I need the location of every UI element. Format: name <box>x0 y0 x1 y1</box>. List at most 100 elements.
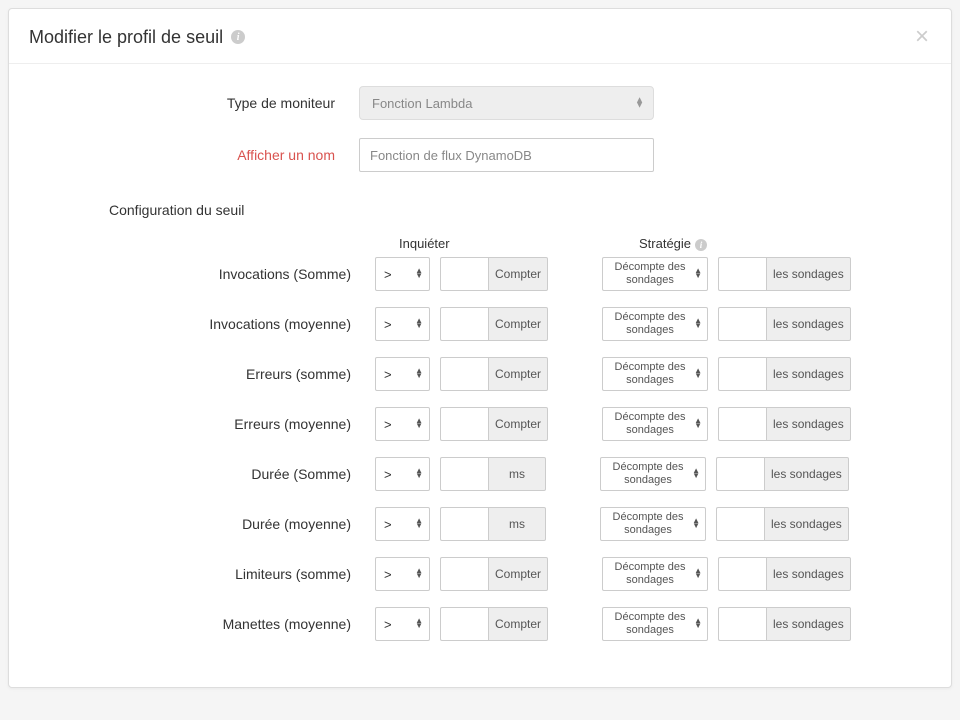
strategy-select[interactable]: Décompte des sondages▲▼ <box>600 457 706 491</box>
column-headers: Inquiéter Stratégiei <box>49 236 911 251</box>
worry-value-group: Compter <box>440 357 548 391</box>
operator-select[interactable]: >▲▼ <box>375 557 430 591</box>
polls-value-input[interactable] <box>718 557 766 591</box>
chevron-updown-icon: ▲▼ <box>415 469 423 479</box>
unit-addon: Compter <box>488 557 548 591</box>
worry-value-group: Compter <box>440 607 548 641</box>
monitor-type-value: Fonction Lambda <box>359 86 654 120</box>
worry-value-input[interactable] <box>440 307 488 341</box>
threshold-label: Erreurs (somme) <box>49 366 375 382</box>
strategy-select[interactable]: Décompte des sondages▲▼ <box>602 407 708 441</box>
threshold-row: Limiteurs (somme)>▲▼ Compter Décompte des … <box>49 557 911 591</box>
threshold-config-heading: Configuration du seuil <box>109 202 911 218</box>
info-icon[interactable]: i <box>695 239 707 251</box>
polls-value-input[interactable] <box>718 307 766 341</box>
worry-value-input[interactable] <box>440 557 488 591</box>
strategy-select[interactable]: Décompte des sondages▲▼ <box>602 607 708 641</box>
threshold-row: Erreurs (moyenne)>▲▼ Compter Décompte des … <box>49 407 911 441</box>
display-name-label: Afficher un nom <box>49 147 359 163</box>
display-name-row: Afficher un nom <box>49 138 911 172</box>
chevron-updown-icon: ▲▼ <box>694 569 702 579</box>
display-name-input[interactable] <box>359 138 654 172</box>
chevron-updown-icon: ▲▼ <box>694 269 702 279</box>
info-icon[interactable]: i <box>231 30 245 44</box>
strategy-select[interactable]: Décompte des sondages▲▼ <box>602 557 708 591</box>
strategy-select[interactable]: Décompte des sondages▲▼ <box>602 307 708 341</box>
modal-title: Modifier le profil de seuil i <box>29 27 245 48</box>
threshold-row: Durée (Somme)>▲▼msDécompte des sondages▲… <box>49 457 911 491</box>
polls-value-input[interactable] <box>718 357 766 391</box>
chevron-updown-icon: ▲▼ <box>415 519 423 529</box>
worry-value-group: Compter <box>440 557 548 591</box>
monitor-type-select: Fonction Lambda ▲▼ <box>359 86 654 120</box>
polls-value-input[interactable] <box>718 257 766 291</box>
threshold-row: Erreurs (somme)>▲▼ Compter Décompte des so… <box>49 357 911 391</box>
polls-value-group: les sondages <box>718 407 851 441</box>
polls-addon: les sondages <box>764 457 849 491</box>
modal-title-text: Modifier le profil de seuil <box>29 27 223 48</box>
threshold-label: Manettes (moyenne) <box>49 616 375 632</box>
monitor-type-label: Type de moniteur <box>49 95 359 111</box>
operator-select[interactable]: >▲▼ <box>375 457 430 491</box>
unit-addon: Compter <box>488 407 548 441</box>
chevron-updown-icon: ▲▼ <box>415 369 423 379</box>
unit-addon: Compter <box>488 607 548 641</box>
polls-value-group: les sondages <box>718 607 851 641</box>
polls-addon: les sondages <box>766 557 851 591</box>
polls-value-group: les sondages <box>716 457 849 491</box>
worry-value-group: Compter <box>440 307 548 341</box>
chevron-updown-icon: ▲▼ <box>415 419 423 429</box>
chevron-updown-icon: ▲▼ <box>415 569 423 579</box>
polls-value-input[interactable] <box>716 507 764 541</box>
worry-value-group: ms <box>440 457 546 491</box>
worry-value-input[interactable] <box>440 507 488 541</box>
polls-value-group: les sondages <box>718 557 851 591</box>
operator-select[interactable]: >▲▼ <box>375 407 430 441</box>
modal-header: Modifier le profil de seuil i × <box>9 9 951 64</box>
operator-select[interactable]: >▲▼ <box>375 607 430 641</box>
col-strategy: Stratégiei <box>639 236 829 251</box>
polls-value-group: les sondages <box>718 357 851 391</box>
chevron-updown-icon: ▲▼ <box>694 419 702 429</box>
chevron-updown-icon: ▲▼ <box>692 469 700 479</box>
close-button[interactable]: × <box>911 25 933 49</box>
polls-value-input[interactable] <box>716 457 764 491</box>
threshold-row: Invocations (Somme)>▲▼ Compter Décompte de… <box>49 257 911 291</box>
threshold-label: Invocations (Somme) <box>49 266 375 282</box>
chevron-updown-icon: ▲▼ <box>415 319 423 329</box>
operator-select[interactable]: >▲▼ <box>375 507 430 541</box>
operator-select[interactable]: >▲▼ <box>375 357 430 391</box>
polls-value-group: les sondages <box>718 307 851 341</box>
polls-value-input[interactable] <box>718 407 766 441</box>
worry-value-input[interactable] <box>440 607 488 641</box>
polls-addon: les sondages <box>766 307 851 341</box>
strategy-select[interactable]: Décompte des sondages▲▼ <box>602 357 708 391</box>
worry-value-input[interactable] <box>440 407 488 441</box>
operator-select[interactable]: >▲▼ <box>375 257 430 291</box>
threshold-profile-modal: Modifier le profil de seuil i × Type de … <box>8 8 952 688</box>
threshold-row: Manettes (moyenne)>▲▼ Compter Décompte des… <box>49 607 911 641</box>
chevron-updown-icon: ▲▼ <box>692 519 700 529</box>
chevron-updown-icon: ▲▼ <box>415 619 423 629</box>
polls-addon: les sondages <box>764 507 849 541</box>
strategy-select[interactable]: Décompte des sondages▲▼ <box>600 507 706 541</box>
polls-value-group: les sondages <box>716 507 849 541</box>
threshold-label: Erreurs (moyenne) <box>49 416 375 432</box>
polls-addon: les sondages <box>766 257 851 291</box>
threshold-label: Limiteurs (somme) <box>49 566 375 582</box>
monitor-type-row: Type de moniteur Fonction Lambda ▲▼ <box>49 86 911 120</box>
operator-select[interactable]: >▲▼ <box>375 307 430 341</box>
polls-addon: les sondages <box>766 357 851 391</box>
polls-value-input[interactable] <box>718 607 766 641</box>
unit-addon: Compter <box>488 257 548 291</box>
unit-addon: Compter <box>488 357 548 391</box>
strategy-select[interactable]: Décompte des sondages▲▼ <box>602 257 708 291</box>
polls-addon: les sondages <box>766 607 851 641</box>
chevron-updown-icon: ▲▼ <box>694 319 702 329</box>
worry-value-input[interactable] <box>440 257 488 291</box>
worry-value-input[interactable] <box>440 457 488 491</box>
polls-value-group: les sondages <box>718 257 851 291</box>
worry-value-input[interactable] <box>440 357 488 391</box>
unit-addon: ms <box>488 507 546 541</box>
worry-value-group: Compter <box>440 257 548 291</box>
